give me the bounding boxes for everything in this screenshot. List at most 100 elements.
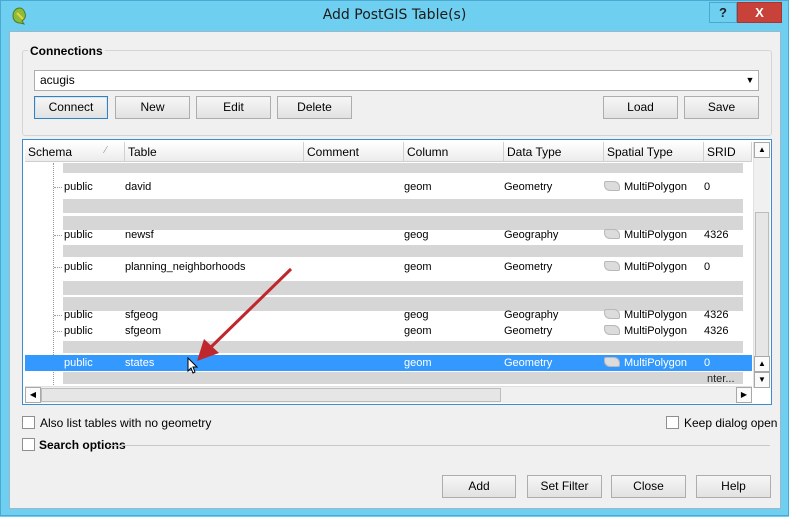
cell-schema: public [64, 357, 93, 369]
cell-schema: public [64, 229, 93, 241]
cell-table: newsf [125, 229, 154, 241]
table-row-selected[interactable]: public states geom Geometry MultiPolygon… [25, 355, 752, 371]
cell-table: david [125, 181, 152, 193]
column-header-schema[interactable]: Schema [25, 142, 125, 162]
cell-column: geom [404, 181, 432, 193]
blurred-row [63, 281, 743, 295]
title-bar[interactable]: Add PostGIS Table(s) ? X [1, 1, 788, 31]
cell-column: geom [404, 261, 432, 273]
cell-spatial-type: MultiPolygon [624, 261, 687, 273]
keep-open-label: Keep dialog open [684, 416, 778, 430]
window-title: Add PostGIS Table(s) [322, 7, 467, 23]
cell-column: geom [404, 357, 432, 369]
table-row[interactable]: public planning_neighborhoods geom Geome… [25, 259, 752, 275]
cell-schema: public [64, 261, 93, 273]
delete-button[interactable]: Delete [277, 96, 352, 119]
column-header-spatial-type[interactable]: Spatial Type [604, 142, 704, 162]
close-icon[interactable]: X [737, 2, 782, 23]
connection-select-value: acugis [40, 73, 75, 87]
cell-table: sfgeom [125, 325, 162, 337]
table-rows: public david geom Geometry MultiPolygon … [25, 163, 752, 389]
polygon-icon [604, 325, 620, 335]
tree-branch [54, 187, 62, 188]
tree-branch [54, 267, 62, 268]
cell-srid: 0 [704, 261, 711, 273]
polygon-icon [604, 309, 620, 319]
cell-column: geog [404, 309, 429, 321]
sort-indicator-icon: ⁄ [105, 145, 107, 156]
column-header-srid[interactable]: SRID [704, 142, 752, 162]
cell-table: sfgeog [125, 309, 159, 321]
load-button[interactable]: Load [603, 96, 678, 119]
scroll-up-icon[interactable]: ▲ [754, 142, 770, 158]
tables-view[interactable]: Schema ⁄ Table Comment Column Data Type … [22, 139, 772, 405]
connect-button[interactable]: Connect [34, 96, 108, 119]
polygon-icon [604, 357, 620, 367]
cell-spatial-type: MultiPolygon [624, 309, 687, 321]
scroll-down-icon[interactable]: ▼ [754, 372, 770, 388]
vertical-scroll-thumb[interactable] [755, 212, 769, 358]
column-header-data-type[interactable]: Data Type [504, 142, 604, 162]
chevron-down-icon[interactable]: ▼ [742, 71, 758, 90]
help-button[interactable]: Help [696, 475, 771, 498]
list-no-geometry-checkbox[interactable] [22, 416, 35, 429]
cell-table: states [125, 357, 155, 369]
horizontal-scroll-thumb[interactable] [41, 388, 501, 402]
scroll-left-icon[interactable]: ◀ [25, 387, 41, 403]
column-header-table[interactable]: Table [125, 142, 304, 162]
cell-truncated: nter... [707, 373, 735, 385]
horizontal-scrollbar[interactable]: ◀ ▶ [25, 386, 752, 403]
scroll-right-icon[interactable]: ▶ [736, 387, 752, 403]
tree-branch [54, 235, 62, 236]
polygon-icon [604, 229, 620, 239]
table-row-partial[interactable]: nter... [25, 371, 752, 387]
table-row[interactable]: public sfgeom geom Geometry MultiPolygon… [25, 323, 752, 339]
cell-data-type: Geometry [504, 181, 553, 193]
cell-srid: 0 [704, 357, 711, 369]
table-row[interactable]: public david geom Geometry MultiPolygon … [25, 179, 752, 195]
blurred-row [63, 245, 743, 257]
cell-srid: 4326 [704, 229, 729, 241]
blurred-row [63, 199, 743, 213]
cell-schema: public [64, 181, 93, 193]
polygon-icon [604, 181, 620, 191]
cell-spatial-type: MultiPolygon [624, 357, 687, 369]
close-button[interactable]: Close [611, 475, 686, 498]
set-filter-button[interactable]: Set Filter [527, 475, 602, 498]
cell-data-type: Geometry [504, 261, 553, 273]
new-button[interactable]: New [115, 96, 190, 119]
keep-open-checkbox[interactable] [666, 416, 679, 429]
cell-schema: public [64, 325, 93, 337]
column-header-column[interactable]: Column [404, 142, 504, 162]
cell-srid: 4326 [704, 309, 729, 321]
blurred-row [63, 163, 743, 173]
cell-column: geom [404, 325, 432, 337]
cell-srid: 0 [704, 181, 711, 193]
edit-button[interactable]: Edit [196, 96, 271, 119]
add-button[interactable]: Add [442, 475, 516, 498]
mouse-cursor-icon [187, 357, 199, 374]
cell-spatial-type: MultiPolygon [624, 325, 687, 337]
table-header: Schema ⁄ Table Comment Column Data Type … [25, 142, 752, 162]
cell-data-type: Geometry [504, 357, 553, 369]
scroll-up-icon[interactable]: ▲ [754, 356, 770, 372]
connection-select[interactable]: acugis ▼ [34, 70, 759, 91]
table-row[interactable]: public newsf geog Geography MultiPolygon… [25, 227, 752, 243]
cell-column: geog [404, 229, 429, 241]
polygon-icon [604, 261, 620, 271]
vertical-scrollbar[interactable]: ▲ ▲ ▼ [753, 142, 770, 388]
save-button[interactable]: Save [684, 96, 759, 119]
tree-branch [54, 331, 62, 332]
search-options-divider [110, 445, 770, 446]
tree-branch [54, 315, 62, 316]
table-row[interactable]: public sfgeog geog Geography MultiPolygo… [25, 307, 752, 323]
cell-data-type: Geometry [504, 325, 553, 337]
search-options-checkbox[interactable] [22, 438, 35, 451]
help-icon[interactable]: ? [709, 2, 737, 23]
dialog-window: Add PostGIS Table(s) ? X Connections acu… [0, 0, 789, 516]
cell-spatial-type: MultiPolygon [624, 229, 687, 241]
cell-srid: 4326 [704, 325, 729, 337]
cell-schema: public [64, 309, 93, 321]
column-header-comment[interactable]: Comment [304, 142, 404, 162]
cell-data-type: Geography [504, 309, 559, 321]
